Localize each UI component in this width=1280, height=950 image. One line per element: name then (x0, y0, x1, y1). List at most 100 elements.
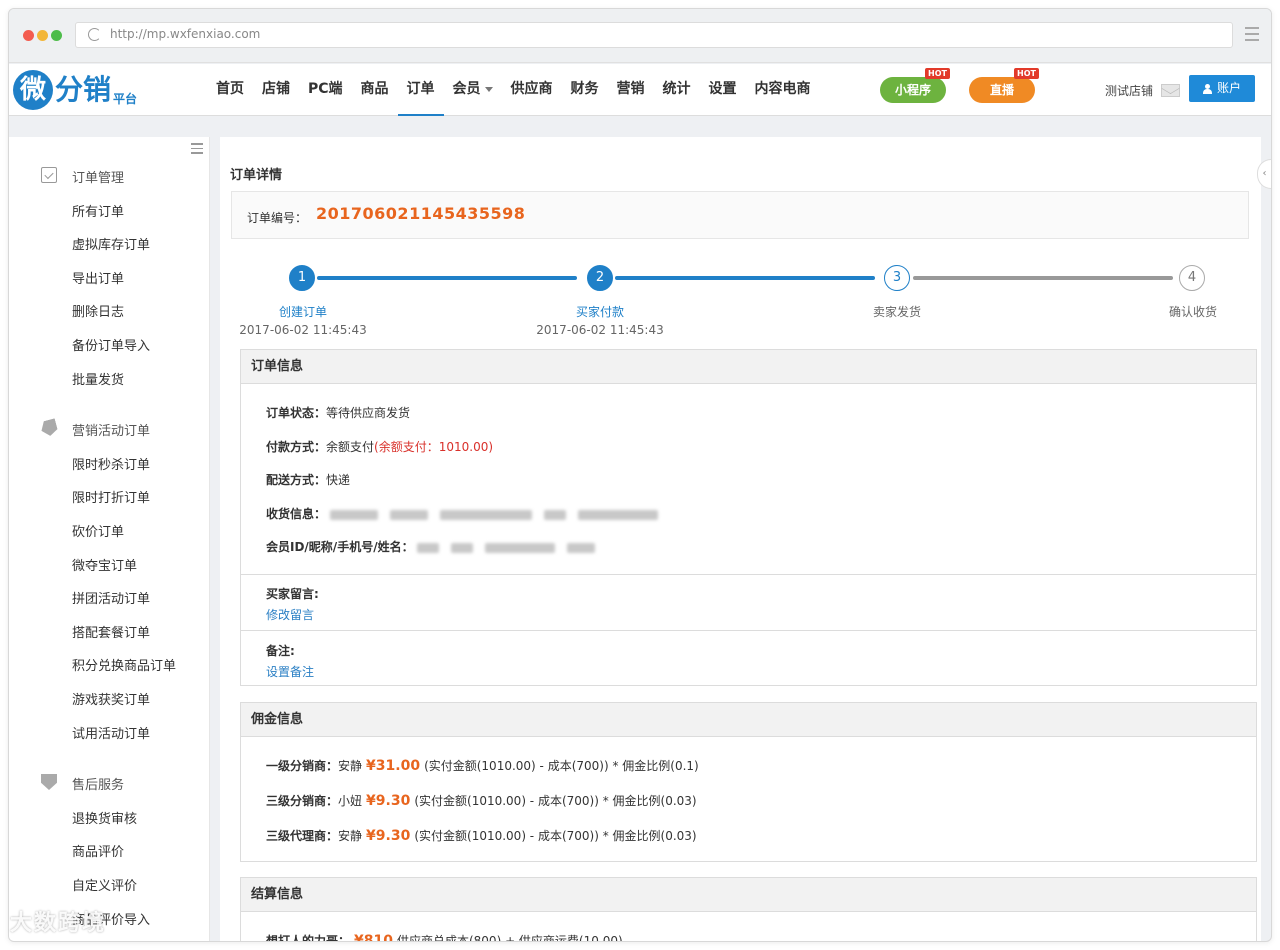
redacted-text (543, 509, 566, 520)
distributor-name: 安静 (338, 829, 363, 843)
logo-mark: 微 (13, 70, 53, 110)
field-label: 一级分销商： (266, 759, 339, 773)
step-2-marker: 2 (587, 265, 613, 291)
sidebar-item-backup-import[interactable]: 备份订单导入 (72, 335, 150, 354)
sidebar-item-trial[interactable]: 试用活动订单 (72, 723, 150, 742)
browser-chrome: http://mp.wxfenxiao.com (9, 9, 1271, 63)
order-number-label: 订单编号： (247, 211, 308, 225)
nav-suppliers[interactable]: 供应商 (502, 64, 562, 116)
nav-marketing[interactable]: 营销 (608, 64, 654, 116)
nav-products[interactable]: 商品 (352, 64, 398, 116)
close-window-button[interactable] (23, 30, 34, 41)
logo[interactable]: 微 分销 平台 (13, 70, 137, 110)
sidebar-item-batch-ship[interactable]: 批量发货 (72, 369, 124, 388)
order-info-panel: 订单信息 订单状态：等待供应商发货 付款方式：余额支付(余额支付：1010.00… (240, 349, 1257, 686)
sidebar-item-delete-log[interactable]: 删除日志 (72, 301, 124, 320)
redacted-text (417, 542, 440, 553)
order-progress: 1 2 3 4 创建订单 买家付款 卖家发货 确认收货 2017-06-02 1… (220, 257, 1261, 337)
nav-content-commerce[interactable]: 内容电商 (746, 64, 820, 116)
delivery-row: 配送方式：快递 (266, 471, 350, 488)
commission-amount: ¥31.00 (366, 758, 421, 774)
sidebar-item-lucky-draw[interactable]: 微夺宝订单 (72, 555, 137, 574)
delivery-method: 快递 (326, 473, 351, 487)
step-3-label: 卖家发货 (872, 305, 922, 319)
sidebar-item-product-reviews[interactable]: 商品评价 (72, 841, 124, 860)
payment-detail: (余额支付：1010.00) (374, 440, 494, 454)
field-label: 备注: (266, 644, 295, 658)
commission-row: 三级代理商：安静 ¥9.30 (实付金额(1010.00) - 成本(700)) *… (266, 827, 697, 844)
nav-home[interactable]: 首页 (207, 64, 253, 116)
nav-members-label: 会员 (452, 81, 481, 97)
commission-panel: 佣金信息 一级分销商： 安静 ¥31.00 (实付金额(1010.00) - 成本(7… (240, 702, 1257, 862)
receiver-row: 收货信息： (266, 505, 670, 522)
field-label: 会员ID/昵称/手机号/姓名： (266, 540, 414, 554)
sidebar-item-discount[interactable]: 限时打折订单 (72, 487, 150, 506)
hot-badge: HOT (1014, 68, 1039, 79)
sidebar-item-virtual-stock-orders[interactable]: 虚拟库存订单 (72, 234, 150, 253)
panel-title: 结算信息 (241, 878, 1256, 912)
set-note-link[interactable]: 设置备注 (266, 663, 314, 680)
tag-icon (39, 418, 59, 438)
redacted-text (577, 509, 658, 520)
commission-formula: (实付金额(1010.00) - 成本(700)) * 佣金比例(0.03) (414, 794, 697, 808)
nav-settings[interactable]: 设置 (700, 64, 746, 116)
redacted-text (439, 509, 532, 520)
sidebar-item-flash-sale[interactable]: 限时秒杀订单 (72, 454, 150, 473)
sidebar-item-group-buy[interactable]: 拼团活动订单 (72, 588, 150, 607)
panel-title: 佣金信息 (241, 703, 1256, 737)
step-4-marker: 4 (1179, 265, 1205, 291)
live-button[interactable]: 直播 HOT (969, 68, 1039, 103)
redacted-text (389, 509, 428, 520)
field-label: 三级代理商： (266, 829, 339, 843)
step-1-time: 2017-06-02 11:45:43 (239, 323, 367, 337)
logo-subtext: 平台 (113, 92, 138, 106)
mail-icon[interactable] (1161, 84, 1180, 97)
nav-finance[interactable]: 财务 (562, 64, 608, 116)
sidebar-group-label: 订单管理 (72, 171, 125, 186)
sidebar-item-custom-reviews[interactable]: 自定义评价 (72, 875, 137, 894)
nav-pc[interactable]: PC端 (299, 64, 352, 116)
sidebar-item-all-orders[interactable]: 所有订单 (72, 201, 124, 220)
reload-icon[interactable] (88, 28, 101, 41)
chevron-down-icon (484, 86, 493, 92)
sidebar-collapse-icon[interactable] (191, 143, 203, 157)
redacted-text (329, 509, 378, 520)
field-label: 三级分销商： (266, 794, 339, 808)
settlement-row: 想打人的力哥： ¥810 供应商总成本(800) + 供应商运费(10.00) (266, 932, 623, 942)
field-label: 付款方式： (266, 440, 327, 454)
address-bar[interactable]: http://mp.wxfenxiao.com (75, 22, 1233, 48)
edit-message-link[interactable]: 修改留言 (266, 606, 314, 623)
browser-menu-icon[interactable] (1245, 27, 1259, 45)
nav-members[interactable]: 会员 (444, 64, 502, 116)
mini-program-label: 小程序 (894, 83, 931, 97)
sidebar-item-points-exchange[interactable]: 积分兑换商品订单 (72, 655, 176, 674)
maximize-window-button[interactable] (51, 30, 62, 41)
commission-row: 三级分销商：小妞 ¥9.30 (实付金额(1010.00) - 成本(700)) *… (266, 792, 697, 809)
field-label: 买家留言: (266, 587, 319, 601)
user-icon (1202, 84, 1212, 94)
note-row: 备注: (266, 642, 295, 659)
divider (241, 574, 1256, 575)
redacted-text (485, 542, 556, 553)
sidebar-item-game-prize[interactable]: 游戏获奖订单 (72, 689, 150, 708)
live-label: 直播 (989, 83, 1014, 97)
step-2-time: 2017-06-02 11:45:43 (536, 323, 664, 337)
shop-name[interactable]: 测试店铺 (1105, 82, 1153, 99)
nav-store[interactable]: 店铺 (253, 64, 299, 116)
sidebar-item-bargain[interactable]: 砍价订单 (72, 521, 124, 540)
minimize-window-button[interactable] (37, 30, 48, 41)
commission-amount: ¥9.30 (366, 793, 411, 809)
field-label: 收货信息： (266, 507, 327, 521)
payment-method: 余额支付 (326, 440, 375, 454)
sidebar-item-bundle[interactable]: 搭配套餐订单 (72, 622, 150, 641)
sidebar-item-export-orders[interactable]: 导出订单 (72, 268, 124, 287)
buyer-message-row: 买家留言: (266, 585, 319, 602)
distributor-name: 小妞 (338, 794, 363, 808)
nav-orders[interactable]: 订单 (397, 64, 444, 116)
mini-program-button[interactable]: 小程序 HOT (880, 68, 950, 103)
nav-statistics[interactable]: 统计 (654, 64, 700, 116)
account-button[interactable]: 账户 (1189, 75, 1255, 102)
sidebar-item-return-review[interactable]: 退换货审核 (72, 808, 137, 827)
settlement-amount: ¥810 (354, 933, 393, 942)
progress-line (615, 276, 875, 280)
